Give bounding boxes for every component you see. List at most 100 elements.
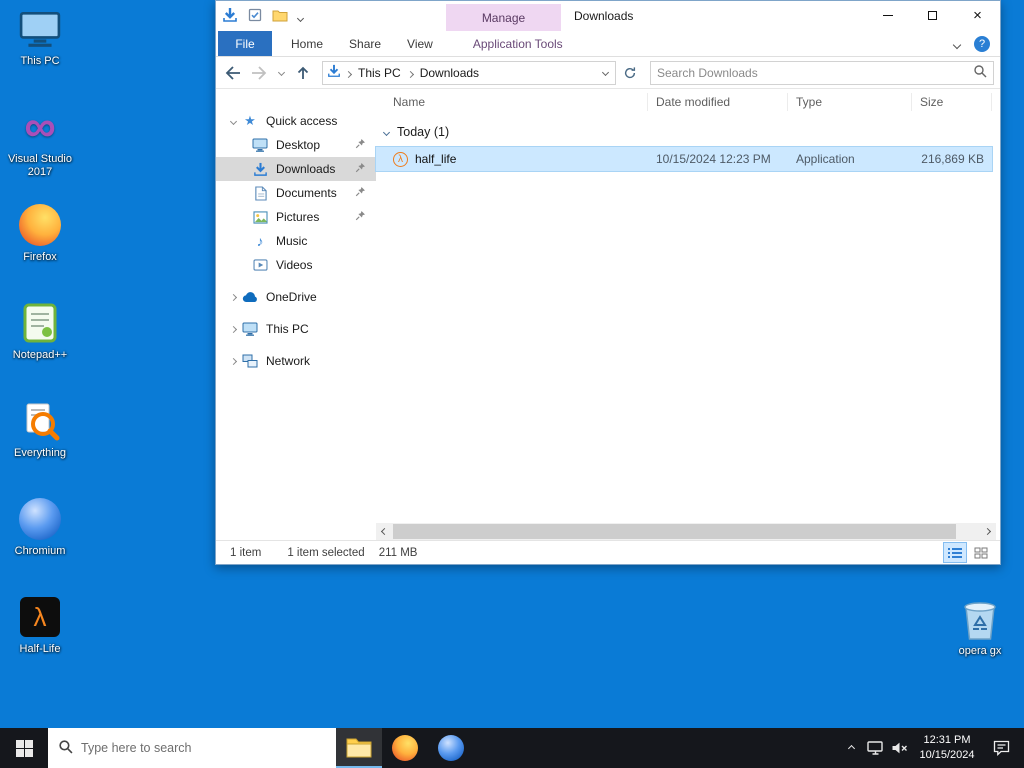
pin-icon <box>355 210 366 224</box>
desktop-icon-firefox[interactable]: Firefox <box>2 202 78 290</box>
network-icon[interactable] <box>863 728 887 768</box>
maximize-button[interactable] <box>910 1 955 30</box>
sidebar-item-downloads[interactable]: Downloads <box>216 157 376 181</box>
search-icon[interactable] <box>973 64 987 81</box>
taskbar-chromium-button[interactable] <box>428 728 474 768</box>
column-header-date-modified[interactable]: Date modified <box>648 93 788 111</box>
desktop-folder-icon <box>250 138 270 152</box>
taskbar-firefox-button[interactable] <box>382 728 428 768</box>
breadcrumb-downloads[interactable]: Downloads <box>418 66 481 80</box>
maximize-icon <box>928 11 937 20</box>
sidebar-item-music[interactable]: ♪ Music <box>216 229 376 253</box>
firefox-icon <box>17 202 63 248</box>
expander-chevron-icon[interactable] <box>226 117 240 125</box>
quick-access-toolbar <box>222 7 305 26</box>
action-center-button[interactable] <box>983 728 1019 768</box>
qat-customize-chevron-icon[interactable] <box>296 10 305 24</box>
pin-icon <box>355 162 366 176</box>
file-type: Application <box>796 152 855 166</box>
tab-share[interactable]: Share <box>336 31 394 56</box>
desktop-icon-notepadpp[interactable]: Notepad++ <box>2 300 78 388</box>
scrollbar-thumb[interactable] <box>393 524 956 539</box>
sidebar-item-network[interactable]: Network <box>216 349 376 373</box>
column-header-size[interactable]: Size <box>912 93 992 111</box>
sidebar-item-videos[interactable]: Videos <box>216 253 376 277</box>
group-collapse-chevron-icon[interactable] <box>382 128 391 136</box>
taskbar: 12:31 PM 10/15/2024 <box>0 728 1024 768</box>
taskbar-search-box[interactable] <box>48 728 336 768</box>
qat-properties-icon[interactable] <box>248 8 262 25</box>
pin-icon <box>355 138 366 152</box>
desktop-icon-half-life[interactable]: λ Half-Life <box>2 594 78 682</box>
breadcrumb-this-pc[interactable]: This PC <box>356 66 403 80</box>
taskbar-file-explorer-button[interactable] <box>336 728 382 768</box>
navigation-pane: ★ Quick access Desktop Downloads Documen… <box>216 89 376 540</box>
tray-show-hidden-icons-chevron-icon[interactable] <box>839 728 863 768</box>
explorer-search-input[interactable] <box>657 65 973 80</box>
desktop-icon-everything[interactable]: Everything <box>2 398 78 486</box>
half-life-file-icon: λ <box>393 151 408 167</box>
scroll-left-arrow-icon[interactable] <box>376 523 393 540</box>
scroll-right-arrow-icon[interactable] <box>979 523 996 540</box>
manage-contextual-tab[interactable]: Manage <box>446 4 561 31</box>
sidebar-item-quick-access[interactable]: ★ Quick access <box>216 109 376 133</box>
close-button[interactable]: × <box>955 1 1000 30</box>
selection-size: 211 MB <box>378 546 418 559</box>
notepadpp-icon <box>17 300 63 346</box>
column-header-name[interactable]: Name <box>376 93 648 111</box>
help-icon[interactable]: ? <box>974 35 990 52</box>
group-header-today[interactable]: Today (1) <box>376 121 1000 143</box>
column-headers: Name Date modified Type Size <box>376 89 1000 115</box>
desktop-icon-chromium[interactable]: Chromium <box>2 496 78 584</box>
minimize-button[interactable] <box>865 1 910 30</box>
volume-muted-icon[interactable] <box>887 728 911 768</box>
recent-locations-chevron-icon[interactable] <box>272 60 290 86</box>
chromium-icon <box>17 496 63 542</box>
qat-new-folder-icon[interactable] <box>272 9 288 25</box>
horizontal-scrollbar[interactable] <box>376 523 996 540</box>
desktop-icon-visual-studio[interactable]: ∞ Visual Studio 2017 <box>2 104 78 192</box>
expander-chevron-icon[interactable] <box>226 325 240 333</box>
scrollbar-track[interactable] <box>393 523 979 540</box>
this-pc-icon <box>17 6 63 52</box>
file-name: half_life <box>415 152 457 166</box>
file-size: 216,869 KB <box>921 152 984 166</box>
expander-chevron-icon[interactable] <box>226 357 240 365</box>
quick-access-star-icon: ★ <box>244 113 256 128</box>
address-bar[interactable]: This PC Downloads <box>322 60 616 85</box>
close-icon: × <box>973 7 982 24</box>
sidebar-item-this-pc[interactable]: This PC <box>216 317 376 341</box>
chromium-icon <box>438 735 464 761</box>
details-view-button[interactable] <box>943 542 967 563</box>
taskbar-search-input[interactable] <box>81 741 326 755</box>
expander-chevron-icon[interactable] <box>226 293 240 301</box>
taskbar-clock[interactable]: 12:31 PM 10/15/2024 <box>911 733 983 763</box>
up-button[interactable] <box>290 60 316 86</box>
tab-application-tools[interactable]: Application Tools <box>460 31 576 56</box>
explorer-search-box[interactable] <box>650 60 994 85</box>
file-row-half-life[interactable]: λ half_life 10/15/2024 12:23 PM Applicat… <box>375 146 993 172</box>
sidebar-item-onedrive[interactable]: OneDrive <box>216 285 376 309</box>
start-button[interactable] <box>0 728 48 768</box>
column-header-type[interactable]: Type <box>788 93 912 111</box>
address-dropdown-chevron-icon[interactable] <box>600 68 611 77</box>
expand-ribbon-chevron-icon[interactable] <box>952 37 962 51</box>
forward-button[interactable] <box>246 60 272 86</box>
breadcrumb-separator-icon <box>344 66 353 80</box>
half-life-lambda-icon: λ <box>17 594 63 640</box>
file-explorer-window: Manage Downloads × File Home Share View … <box>215 0 1001 565</box>
tab-view[interactable]: View <box>394 31 446 56</box>
sidebar-item-desktop[interactable]: Desktop <box>216 133 376 157</box>
sidebar-item-documents[interactable]: Documents <box>216 181 376 205</box>
tab-file[interactable]: File <box>218 31 272 56</box>
sidebar-item-pictures[interactable]: Pictures <box>216 205 376 229</box>
tab-home[interactable]: Home <box>278 31 336 56</box>
refresh-icon[interactable] <box>618 61 642 85</box>
title-bar[interactable]: Manage Downloads × <box>216 1 1000 31</box>
pin-icon <box>355 186 366 200</box>
back-button[interactable] <box>220 60 246 86</box>
desktop-icon-opera-gx[interactable]: opera gx <box>942 596 1018 684</box>
file-date-modified: 10/15/2024 12:23 PM <box>656 152 771 166</box>
desktop-icon-this-pc[interactable]: This PC <box>2 6 78 94</box>
large-icons-view-button[interactable] <box>970 543 992 562</box>
